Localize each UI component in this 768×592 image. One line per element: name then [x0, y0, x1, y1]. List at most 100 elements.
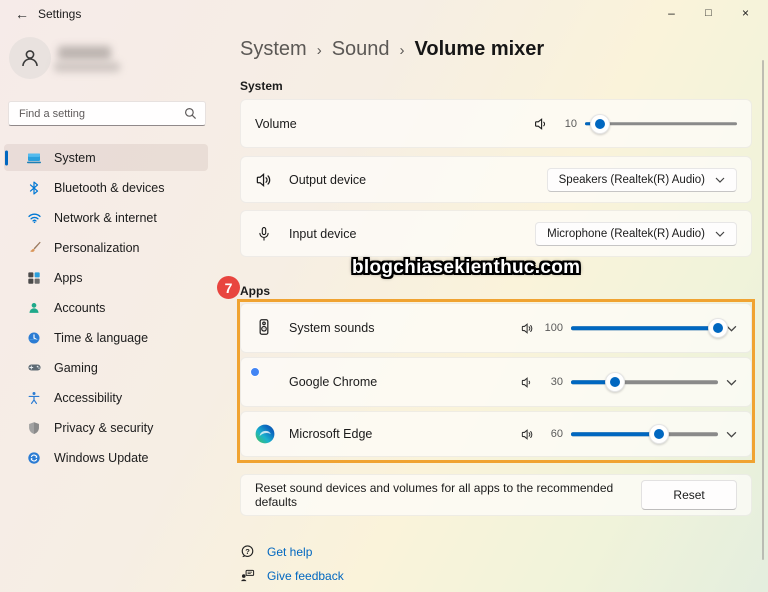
give-feedback-label: Give feedback	[267, 568, 344, 583]
google-chrome-slider[interactable]	[571, 372, 718, 392]
input-device-dropdown[interactable]: Microphone (Realtek(R) Audio)	[535, 221, 737, 246]
speaker-loud-icon	[521, 322, 533, 334]
sidebar-item-label: Accounts	[54, 300, 106, 315]
sidebar-item-personalization[interactable]: Personalization	[4, 234, 208, 261]
app-row-google-chrome: Google Chrome 30	[240, 357, 752, 407]
close-icon: ×	[741, 6, 749, 20]
sidebar-item-accessibility[interactable]: Accessibility	[4, 384, 208, 411]
apps-grid-icon	[26, 270, 42, 286]
reset-button[interactable]: Reset	[641, 480, 737, 510]
expand-button[interactable]	[726, 431, 737, 438]
reset-row: Reset sound devices and volumes for all …	[240, 474, 752, 516]
microphone-icon	[255, 225, 273, 243]
system-sounds-icon	[255, 318, 275, 338]
volume-row: Volume 10	[240, 99, 752, 148]
slider-fill	[571, 432, 660, 436]
breadcrumb-separator: ›	[399, 42, 405, 59]
sidebar-item-network[interactable]: Network & internet	[4, 204, 208, 231]
sidebar-item-apps[interactable]: Apps	[4, 264, 208, 291]
output-device-dropdown[interactable]: Speakers (Realtek(R) Audio)	[546, 167, 737, 192]
user-email-blurred	[54, 62, 120, 72]
sidebar-item-label: Windows Update	[54, 450, 149, 465]
sidebar-item-label: Privacy & security	[54, 420, 154, 435]
svg-text:?: ?	[245, 547, 250, 556]
slider-thumb[interactable]	[605, 372, 626, 392]
game-controller-icon	[26, 360, 42, 376]
minimize-icon: –	[668, 6, 675, 20]
expand-button[interactable]	[726, 379, 737, 386]
app-volume-value: 100	[544, 322, 563, 334]
accessibility-icon	[26, 390, 42, 406]
page-title: Volume mixer	[414, 38, 545, 60]
sidebar-item-gaming[interactable]: Gaming	[4, 354, 208, 381]
volume-value: 10	[564, 117, 577, 130]
sidebar-item-label: Network & internet	[54, 210, 157, 225]
titlebar: ← Settings – □ ×	[0, 0, 768, 28]
app-name: System sounds	[289, 321, 375, 335]
get-help-label: Get help	[267, 544, 313, 559]
window-controls: – □ ×	[653, 0, 764, 26]
maximize-button[interactable]: □	[690, 0, 727, 26]
system-icon	[26, 150, 42, 166]
bluetooth-icon	[26, 180, 42, 196]
brush-icon	[26, 240, 42, 256]
input-device-row: Input device Microphone (Realtek(R) Audi…	[240, 210, 752, 257]
sidebar-nav: System Bluetooth & devices Network & int…	[4, 144, 208, 474]
close-button[interactable]: ×	[727, 0, 764, 26]
sidebar-item-label: Bluetooth & devices	[54, 180, 165, 195]
chevron-down-icon	[715, 231, 725, 237]
scrollbar[interactable]	[762, 60, 764, 560]
sidebar-item-privacy[interactable]: Privacy & security	[4, 414, 208, 441]
volume-slider[interactable]	[585, 113, 737, 134]
help-icon: ?	[240, 544, 255, 559]
person-icon	[22, 50, 38, 67]
sidebar-item-label: Time & language	[54, 330, 149, 345]
clock-globe-icon	[26, 330, 42, 346]
output-device-label: Output device	[289, 172, 367, 187]
google-chrome-icon	[255, 372, 275, 392]
microsoft-edge-icon	[255, 424, 275, 444]
wifi-icon	[26, 210, 42, 226]
sidebar-item-system[interactable]: System	[4, 144, 208, 171]
system-sounds-slider[interactable]	[571, 318, 728, 338]
accounts-icon	[26, 300, 42, 316]
back-button[interactable]: ←	[10, 2, 34, 26]
sidebar-item-accounts[interactable]: Accounts	[4, 294, 208, 321]
output-device-value: Speakers (Realtek(R) Audio)	[558, 173, 705, 186]
update-arrows-icon	[26, 450, 42, 466]
slider-thumb[interactable]	[590, 113, 611, 134]
breadcrumb: System › Sound › Volume mixer	[240, 38, 544, 61]
give-feedback-link[interactable]: Give feedback	[240, 568, 344, 583]
sidebar-item-label: System	[54, 150, 96, 165]
slider-thumb[interactable]	[708, 318, 728, 338]
microsoft-edge-slider[interactable]	[571, 424, 718, 444]
app-volume-value: 30	[550, 376, 563, 388]
avatar	[9, 37, 51, 79]
input-device-value: Microphone (Realtek(R) Audio)	[547, 227, 705, 240]
minimize-button[interactable]: –	[653, 0, 690, 26]
sidebar-item-time-language[interactable]: Time & language	[4, 324, 208, 351]
feedback-icon	[240, 568, 255, 583]
chevron-down-icon	[726, 379, 737, 386]
search-input[interactable]	[17, 106, 184, 121]
chevron-down-icon	[715, 177, 725, 183]
breadcrumb-sound[interactable]: Sound	[332, 38, 390, 61]
selected-indicator	[5, 150, 8, 165]
app-name: Google Chrome	[289, 375, 378, 389]
breadcrumb-system[interactable]: System	[240, 38, 307, 61]
sidebar-item-label: Personalization	[54, 240, 140, 255]
sidebar-item-label: Apps	[54, 270, 83, 285]
sidebar-item-windows-update[interactable]: Windows Update	[4, 444, 208, 471]
speaker-loud-icon	[521, 428, 533, 440]
search-icon	[185, 108, 197, 120]
sidebar-item-bluetooth[interactable]: Bluetooth & devices	[4, 174, 208, 201]
input-device-label: Input device	[289, 226, 357, 241]
slider-thumb[interactable]	[649, 424, 670, 444]
user-profile[interactable]	[9, 37, 199, 81]
settings-window: ← Settings – □ × System Bluetooth & devi…	[0, 0, 768, 592]
system-section-label: System	[240, 79, 283, 93]
app-row-microsoft-edge: Microsoft Edge 60	[240, 411, 752, 457]
volume-label: Volume	[255, 116, 297, 131]
get-help-link[interactable]: ? Get help	[240, 544, 312, 559]
slider-fill	[571, 326, 718, 330]
